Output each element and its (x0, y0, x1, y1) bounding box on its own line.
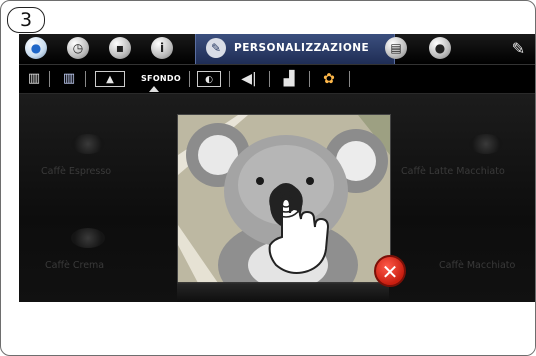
boot-icon[interactable]: ▟ (277, 71, 301, 87)
tab-personalizzazione[interactable]: ✎ PERSONALIZZAZIONE (195, 34, 395, 64)
user-icon[interactable]: ● (429, 37, 451, 59)
info-icon[interactable]: i (151, 37, 173, 59)
step-number-badge: 3 (7, 7, 45, 33)
ghost-cup-icon (469, 134, 503, 154)
water-drop-icon[interactable]: ● (25, 37, 47, 59)
ghost-tile-label: Caffè Latte Macchiato (401, 166, 505, 177)
tab-personalizzazione-label: PERSONALIZZAZIONE (234, 42, 370, 54)
ghost-tile-label: Caffè Macchiato (439, 260, 516, 271)
ghost-cup-icon (71, 134, 105, 154)
active-subtab-caret (149, 86, 159, 92)
palette-icon[interactable]: ✿ (317, 71, 341, 87)
pencil-icon: ✎ (206, 38, 226, 58)
separator (229, 71, 230, 87)
separator (269, 71, 270, 87)
separator (85, 71, 86, 87)
koala-image (178, 115, 390, 283)
bottom-blank-area (19, 302, 535, 355)
ghost-tile-label: Caffè Espresso (41, 166, 112, 177)
cup-icon[interactable]: ▪ (109, 37, 131, 59)
screen-saver-icon[interactable]: ◐ (197, 71, 221, 87)
ghost-cup-icon (71, 228, 105, 248)
sub-tab-bar: ▥ ▥ ▲ SFONDO ◐ ◀| ▟ ✿ (19, 65, 535, 94)
background-image-preview[interactable] (177, 114, 391, 284)
wrench-icon[interactable]: ✎ (512, 39, 525, 58)
screen-icon[interactable]: ▤ (385, 37, 407, 59)
book-colored-icon[interactable]: ▥ (59, 71, 79, 87)
ghost-tile-label: Caffè Crema (45, 260, 105, 271)
top-tab-bar: ● ◷ ▪ i ✎ PERSONALIZZAZIONE ▤ ● ✎ (19, 34, 535, 65)
clock-icon[interactable]: ◷ (67, 37, 89, 59)
image-reflection (177, 282, 389, 302)
close-button[interactable]: ✕ (374, 255, 406, 287)
image-icon[interactable]: ▲ (95, 71, 125, 87)
speaker-icon[interactable]: ◀| (237, 71, 261, 87)
separator (189, 71, 190, 87)
separator (309, 71, 310, 87)
screen-frame: 3 ● ◷ ▪ i ✎ PERSONALIZZAZIONE ▤ ● ✎ ▥ ▥ … (0, 0, 536, 356)
book-icon[interactable]: ▥ (25, 71, 43, 87)
separator (49, 71, 50, 87)
separator (349, 71, 350, 87)
sub-tab-sfondo-label[interactable]: SFONDO (141, 74, 181, 83)
background-preview-area: Caffè Espresso Caffè Crema Caffè Macchia… (19, 94, 535, 302)
